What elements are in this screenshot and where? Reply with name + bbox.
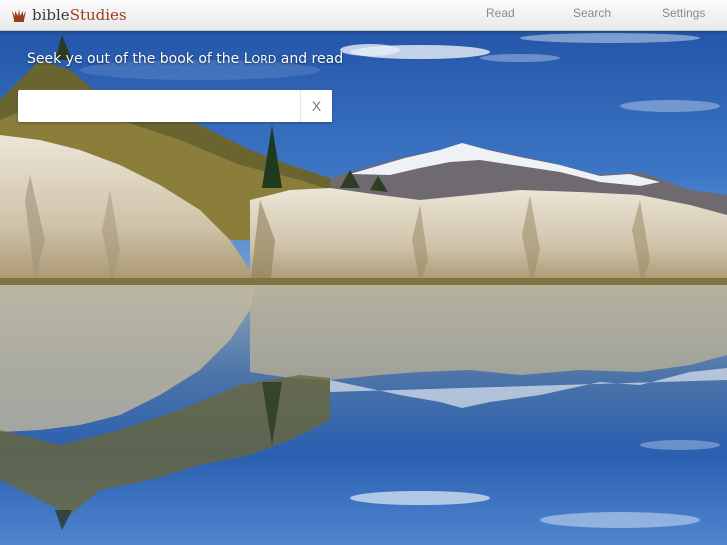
nav-settings[interactable]: Settings <box>662 0 705 30</box>
verse-text-after: and read <box>276 51 344 67</box>
top-navigation-bar: bibleStudies Read Search Settings <box>0 0 727 31</box>
brand-name-part1: bible <box>32 6 70 24</box>
brand-logo[interactable]: bibleStudies <box>10 5 127 25</box>
search-input[interactable] <box>18 90 298 122</box>
clear-search-button[interactable]: X <box>300 90 332 122</box>
nav-read[interactable]: Read <box>486 0 515 30</box>
brand-name-part2: Studies <box>69 6 127 24</box>
verse-text-before: Seek ye out of the book of the <box>27 51 244 67</box>
crown-hand-icon <box>12 9 26 22</box>
nav-search[interactable]: Search <box>573 0 611 30</box>
verse-heading: Seek ye out of the book of the LORD and … <box>27 51 343 67</box>
brand-name: bibleStudies <box>32 6 127 24</box>
app-root: bibleStudies Read Search Settings Seek y… <box>0 0 727 545</box>
landscape-background <box>0 0 727 545</box>
verse-lord-initial: L <box>243 51 252 67</box>
search-box: X <box>18 90 332 122</box>
verse-lord-smallcaps: ORD <box>251 53 277 66</box>
